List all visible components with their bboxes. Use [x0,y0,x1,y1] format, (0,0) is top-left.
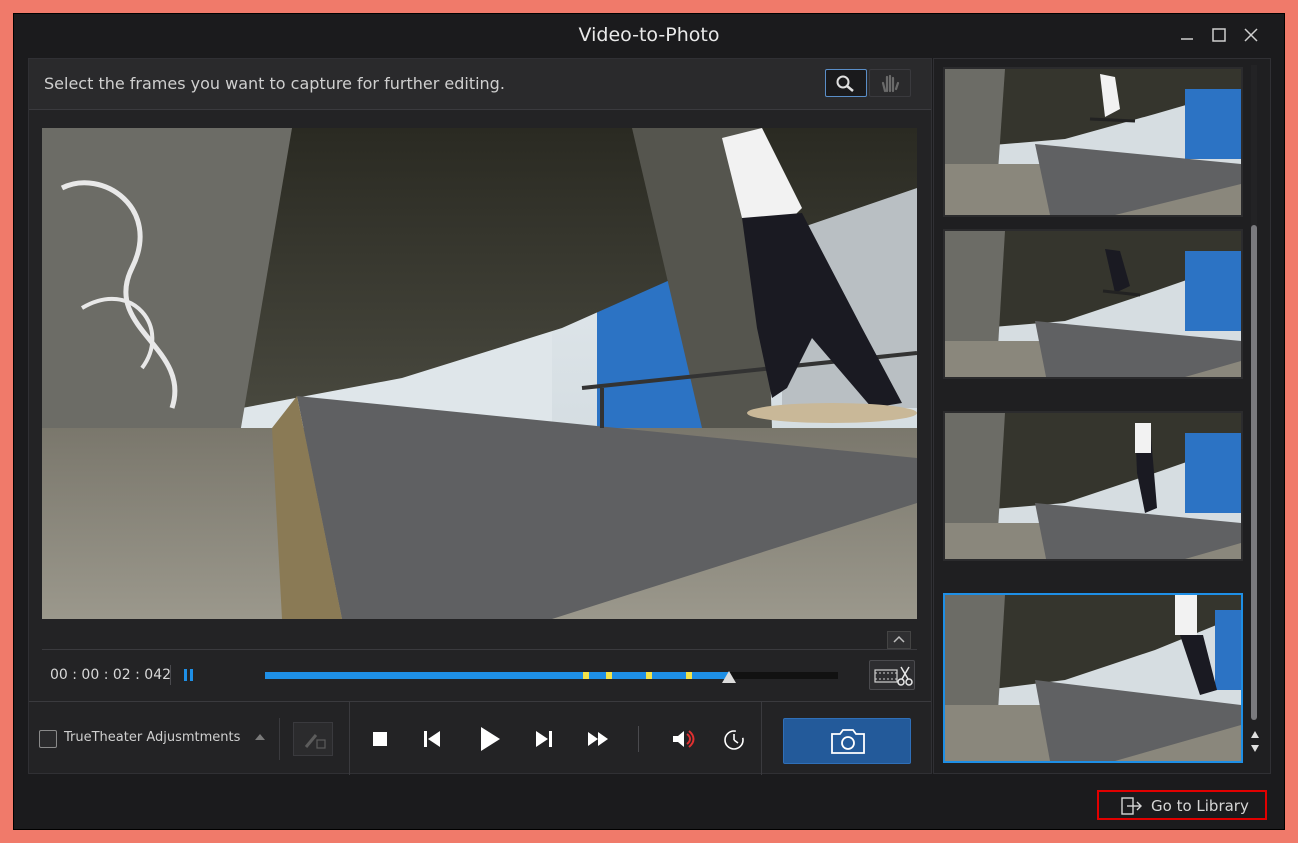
instruction-text: Select the frames you want to capture fo… [44,74,505,93]
edit-adjustments-button[interactable] [293,722,333,756]
video-frame-image [42,128,917,619]
fast-forward-icon [588,732,608,746]
frame-marker[interactable] [645,672,652,679]
frame-thumbnail[interactable] [943,411,1243,561]
truetheater-label: TrueTheater Adjusmtments [64,730,241,745]
frame-thumbnail-image [945,69,1241,215]
preview-panel: Select the frames you want to capture fo… [28,58,932,775]
frame-marker[interactable] [605,672,612,679]
pencil-icon [304,734,326,749]
speaker-muted-icon [673,730,695,748]
pan-tool-button[interactable] [869,69,911,97]
frames-scrollbar-thumb[interactable] [1251,225,1257,720]
playback-speed-button[interactable] [721,726,747,752]
divider [638,726,639,752]
frame-thumbnail[interactable] [943,67,1243,217]
frame-thumbnail-image [945,595,1241,761]
timer-icon [724,730,744,750]
video-preview[interactable] [42,128,917,619]
frame-thumbnail-selected[interactable] [943,593,1243,763]
stop-icon [373,732,387,746]
camera-icon [831,729,865,754]
play-icon [481,727,500,751]
timeline-slider[interactable] [265,672,838,679]
mute-button[interactable] [669,726,695,752]
minimize-icon[interactable] [1174,22,1200,48]
next-frame-button[interactable] [531,726,557,752]
collapse-timeline-button[interactable] [887,631,911,649]
film-scissors-icon [874,666,913,686]
truetheater-checkbox[interactable] [39,730,57,748]
go-to-library-button[interactable]: Go to Library [1097,790,1267,820]
timeline-playhead[interactable] [722,671,737,683]
frame-thumbnail-image [945,231,1241,377]
previous-frame-button[interactable] [419,726,445,752]
play-button[interactable] [473,723,505,755]
scroll-up-arrow-icon[interactable] [1251,731,1259,738]
timecode: 00 : 00 : 02 : 042 [50,667,172,683]
timeline-divider [42,649,917,650]
scroll-down-arrow-icon[interactable] [1251,745,1259,752]
divider [279,718,280,760]
trim-button[interactable] [869,660,915,690]
window-title: Video-to-Photo [578,24,720,46]
capture-frame-button[interactable] [783,718,911,764]
go-to-library-label: Go to Library [1151,797,1249,815]
close-icon[interactable] [1238,22,1264,48]
chevron-up-icon [893,635,905,643]
frame-thumbnail[interactable] [943,229,1243,379]
maximize-icon[interactable] [1206,22,1232,48]
timeline-progress [265,672,730,679]
fast-forward-button[interactable] [585,726,611,752]
frame-marker[interactable] [582,672,589,679]
skip-back-icon [424,731,440,747]
stop-button[interactable] [367,726,393,752]
divider [170,665,171,685]
expand-up-icon[interactable] [255,734,265,740]
zoom-tool-button[interactable] [825,69,867,97]
hand-icon [881,74,900,93]
video-to-photo-window: Video-to-Photo Select the frames you wan… [13,13,1285,830]
divider [349,702,350,775]
frame-marker[interactable] [686,672,693,679]
divider [761,702,762,775]
magnifier-icon [836,75,854,92]
captured-frames-panel [933,58,1271,774]
instruction-bar: Select the frames you want to capture fo… [29,59,931,110]
frame-thumbnail-image [945,413,1241,559]
pause-indicator-icon [184,669,194,681]
playback-controls: TrueTheater Adjusmtments [29,701,931,775]
exit-to-library-icon [1121,797,1142,815]
skip-forward-icon [536,731,552,747]
